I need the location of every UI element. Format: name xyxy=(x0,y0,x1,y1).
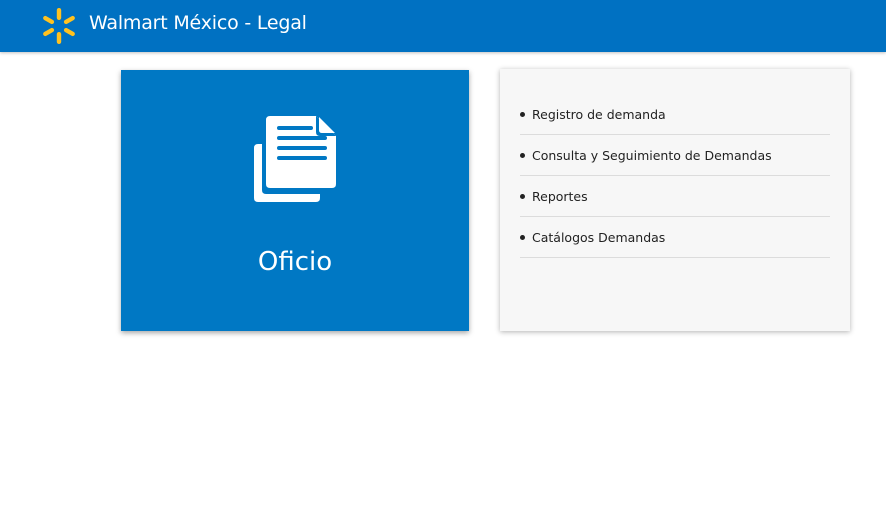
app-title: Walmart México - Legal xyxy=(89,12,307,34)
menu-item-label[interactable]: Catálogos Demandas xyxy=(532,230,665,245)
app-header: Walmart México - Legal xyxy=(0,0,886,52)
bullet-icon xyxy=(520,152,525,158)
menu-item-catalogos-demandas[interactable]: Catálogos Demandas xyxy=(520,217,830,258)
menu-item-label[interactable]: Consulta y Seguimiento de Demandas xyxy=(532,148,772,163)
bullet-icon xyxy=(520,111,525,117)
walmart-spark-icon[interactable] xyxy=(41,7,77,45)
menu-panel: Registro de demanda Consulta y Seguimien… xyxy=(500,69,850,331)
menu-list: Registro de demanda Consulta y Seguimien… xyxy=(520,94,830,258)
bullet-icon xyxy=(520,234,525,240)
menu-item-registro-demanda[interactable]: Registro de demanda xyxy=(520,94,830,135)
oficio-tile[interactable]: Oficio xyxy=(121,70,469,331)
documents-icon xyxy=(254,116,336,202)
menu-item-reportes[interactable]: Reportes xyxy=(520,176,830,217)
bullet-icon xyxy=(520,193,525,199)
menu-item-label[interactable]: Registro de demanda xyxy=(532,107,666,122)
tile-label: Oficio xyxy=(257,247,333,277)
menu-item-consulta-seguimiento[interactable]: Consulta y Seguimiento de Demandas xyxy=(520,135,830,176)
menu-item-label[interactable]: Reportes xyxy=(532,189,588,204)
